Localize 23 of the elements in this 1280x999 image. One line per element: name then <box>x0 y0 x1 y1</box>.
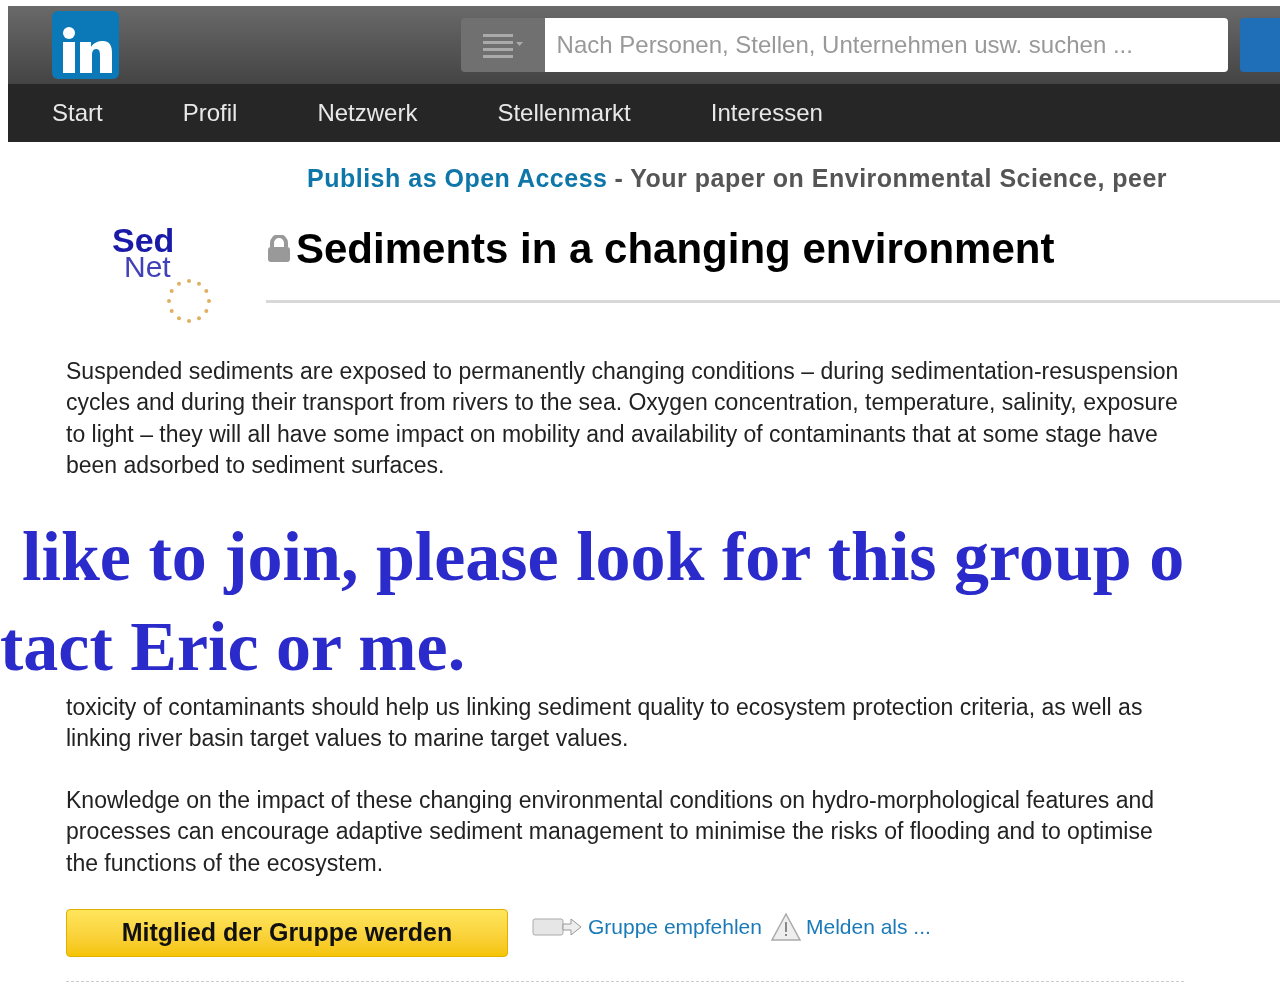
description-paragraph: Knowledge on the impact of these changing environmental conditions on hydro-morphological features and processes can encourage adaptive sediment management to minimise the risks of flooding and to optimise the functions of the ecosystem. <box>66 785 1156 878</box>
nav-link[interactable]: Netzwerk <box>317 95 418 131</box>
join-group-button[interactable]: Mitglied der Gruppe werden <box>66 909 508 957</box>
overlay-text: like to join, please look for this group o <box>21 516 1185 597</box>
logo[interactable] <box>52 11 120 79</box>
nav-link[interactable]: Profil <box>182 95 238 131</box>
action-link[interactable]: Melden als ... <box>805 911 931 943</box>
description-paragraph: Suspended sediments are exposed to permanently changing conditions – during sedimentation-resuspension cycles and during their transport from rivers to the sea. Oxygen concentration, temperature, salinity, exposure to light – they will all have some impact on mobility and availability of contaminants that at some stage have been adsorbed to sediment surfaces. <box>66 356 1180 480</box>
search-menu-button[interactable] <box>461 18 545 72</box>
overlay-text: tact Eric or me. <box>0 606 466 687</box>
search-field[interactable]: Nach Personen, Stellen, Unternehmen usw. suchen ... <box>544 18 1229 72</box>
warning-icon <box>769 912 802 942</box>
group-title: Sediments in a changing environment <box>296 224 1055 274</box>
description-paragraph: toxicity of contaminants should help us linking sediment quality to ecosystem protection criteria, as well as linking river basin target values to marine target values. <box>66 692 1144 753</box>
nav-link[interactable]: Stellenmarkt <box>497 95 631 131</box>
nav-link[interactable]: Start <box>52 95 103 131</box>
menu-icon <box>482 32 523 58</box>
banner-text: - Your paper on Environmental Science, peer <box>614 164 1168 192</box>
nav-link[interactable]: Interessen <box>710 95 823 131</box>
group-logo: Sed Net <box>112 225 222 326</box>
action-link[interactable]: Gruppe empfehlen <box>588 911 762 943</box>
banner-link[interactable]: Publish as Open Access <box>307 164 608 192</box>
envelope-arrow-icon <box>532 916 584 938</box>
